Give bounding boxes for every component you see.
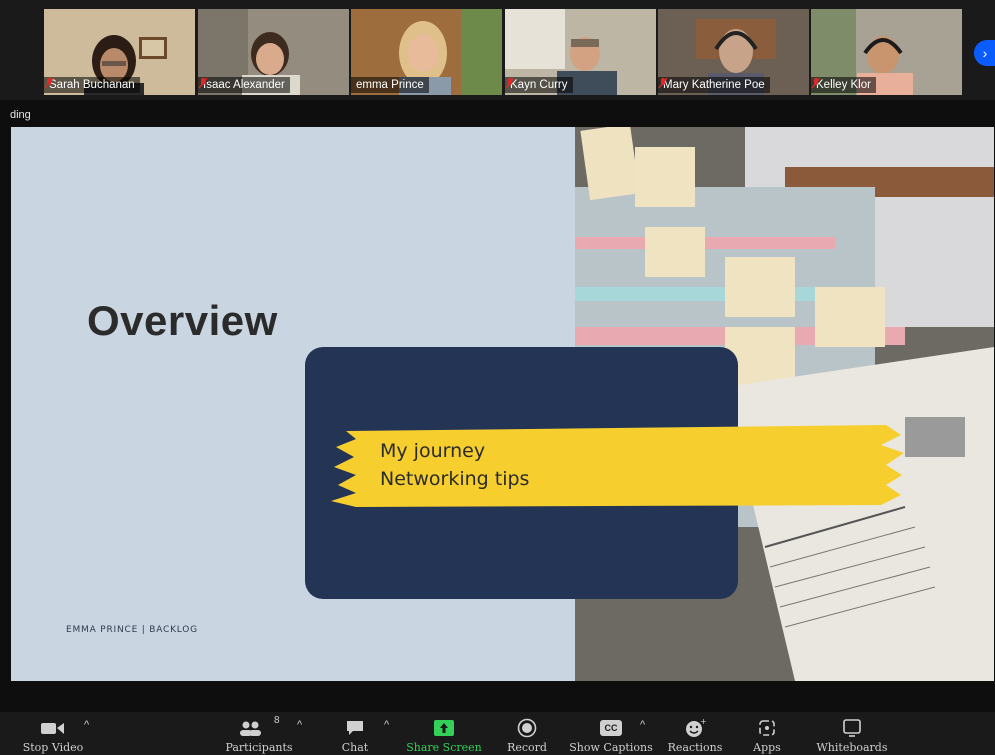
next-page-arrow-icon[interactable]: › (974, 40, 995, 66)
participant-name-tag: emma Prince (351, 77, 429, 93)
participant-name-tag: Kayn Curry (505, 77, 573, 93)
participant-name: Kelley Klor (816, 79, 871, 91)
participant-name-tag: Mary Katherine Poe (658, 77, 770, 93)
participants-options-chevron-icon[interactable]: ^ (297, 719, 302, 731)
participant-tile[interactable]: Sarah Buchanan (44, 9, 195, 95)
participant-name: Mary Katherine Poe (663, 79, 765, 91)
participant-tile[interactable]: Kayn Curry (505, 9, 656, 95)
participant-name: Isaac Alexander (203, 79, 285, 91)
record-label: Record (507, 741, 547, 754)
participant-tile[interactable]: Kelley Klor (811, 9, 962, 95)
meeting-toolbar: Stop Video ^ 8 Participants ^ Chat ^ Sha… (0, 712, 995, 755)
apps-button[interactable]: Apps (744, 712, 790, 755)
mic-muted-icon (198, 77, 208, 89)
share-screen-button[interactable]: Share Screen (404, 712, 484, 755)
zoom-meeting-window: Sarah Buchanan Isaac Alexander emma Prin… (0, 0, 995, 755)
share-screen-label: Share Screen (406, 741, 482, 754)
stop-video-label: Stop Video (22, 741, 84, 754)
participants-button[interactable]: 8 Participants (214, 712, 304, 755)
apps-icon (759, 720, 775, 736)
participant-name: Kayn Curry (510, 79, 568, 91)
participants-label: Participants (225, 741, 293, 754)
participant-strip: Sarah Buchanan Isaac Alexander emma Prin… (0, 0, 995, 100)
participant-tile-active-speaker[interactable]: emma Prince (351, 9, 502, 95)
captions-options-chevron-icon[interactable]: ^ (640, 719, 645, 731)
participant-tile[interactable]: Isaac Alexander (198, 9, 349, 95)
record-button[interactable]: Record (500, 712, 554, 755)
apps-label: Apps (753, 741, 781, 754)
whiteboards-button[interactable]: Whiteboards (812, 712, 892, 755)
chat-button[interactable]: Chat (330, 712, 380, 755)
closed-captions-icon: CC (600, 720, 622, 736)
chat-bubble-icon (347, 721, 363, 735)
mic-muted-icon (811, 77, 821, 89)
participants-count-badge: 8 (274, 715, 280, 726)
video-camera-icon (41, 723, 64, 734)
mic-muted-icon (505, 77, 515, 89)
svg-text:+: + (700, 718, 706, 726)
agenda-item: My journey (380, 440, 486, 462)
video-options-chevron-icon[interactable]: ^ (84, 719, 89, 731)
whiteboard-icon (843, 719, 861, 737)
shared-screen: Overview My journey Networking tips EMMA… (11, 127, 994, 681)
chat-options-chevron-icon[interactable]: ^ (384, 719, 389, 731)
reactions-button[interactable]: + Reactions (664, 712, 726, 755)
reactions-smiley-icon: + (686, 718, 706, 737)
recording-label: ding (10, 109, 31, 121)
slide-agenda-list: My journey Networking tips (380, 437, 529, 493)
participant-name-tag: Sarah Buchanan (44, 77, 140, 93)
mic-muted-icon (658, 77, 668, 89)
agenda-item: Networking tips (380, 468, 530, 490)
slide-title: Overview (87, 297, 278, 344)
reactions-label: Reactions (667, 741, 723, 754)
whiteboards-label: Whiteboards (816, 741, 888, 754)
participant-tile[interactable]: Mary Katherine Poe (658, 9, 809, 95)
record-icon (517, 718, 537, 738)
mic-muted-icon (44, 77, 54, 89)
participant-name: Sarah Buchanan (49, 79, 135, 91)
slide-footer: EMMA PRINCE | BACKLOG (66, 625, 198, 635)
show-captions-label: Show Captions (569, 741, 653, 754)
participants-icon (240, 721, 261, 736)
stop-video-button[interactable]: Stop Video (14, 712, 92, 755)
participant-name-tag: Kelley Klor (811, 77, 876, 93)
participant-name: emma Prince (356, 79, 424, 91)
participant-name-tag: Isaac Alexander (198, 77, 290, 93)
chat-label: Chat (341, 741, 369, 754)
share-screen-arrow-icon (434, 720, 454, 736)
